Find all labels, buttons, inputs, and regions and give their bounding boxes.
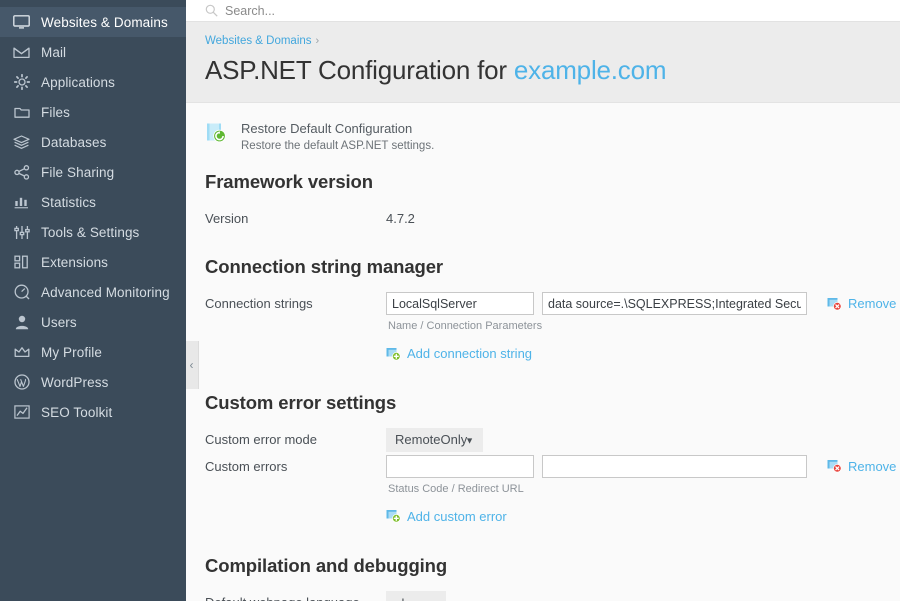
sidebar-item-label: Mail [41, 44, 67, 60]
add-custom-error-label: Add custom error [407, 508, 507, 524]
crown-icon [11, 343, 32, 361]
remove-connection-string-button[interactable]: Remove [827, 296, 896, 311]
sliders-icon [11, 223, 32, 241]
default-webpage-language-row: Default webpage language vbc#js ▼ [205, 591, 900, 601]
sidebar-item-label: Advanced Monitoring [41, 284, 170, 300]
sidebar-item-extensions[interactable]: Extensions [0, 247, 186, 277]
custom-errors-label: Custom errors [205, 458, 288, 474]
custom-errors-row: Custom errors Remove Status Code / Redir… [205, 454, 900, 529]
connection-strings-hint: Name / Connection Parameters [388, 320, 543, 332]
sidebar-item-advanced-monitoring[interactable]: Advanced Monitoring [0, 277, 186, 307]
sidebar-item-files[interactable]: Files [0, 97, 186, 127]
connection-parameters-input[interactable] [542, 292, 807, 315]
remove-badge-icon [827, 297, 842, 311]
connection-name-input[interactable] [386, 292, 534, 315]
remove-badge-icon [827, 459, 842, 473]
version-label: Version [205, 211, 249, 226]
sidebar-item-statistics[interactable]: Statistics [0, 187, 186, 217]
default-webpage-language-select[interactable]: vbc#js [386, 591, 446, 601]
default-webpage-language-label: Default webpage language [205, 591, 386, 601]
breadcrumb: Websites & Domains › [205, 35, 900, 47]
remove-connection-string-label: Remove [848, 296, 897, 311]
main-sidebar: Websites & Domains Mail Applications Fil… [0, 0, 186, 601]
sidebar-item-tools-settings[interactable]: Tools & Settings [0, 217, 186, 247]
custom-error-redirect-url-input[interactable] [542, 454, 807, 478]
main-content-area: Search... Websites & Domains › ASP.NET Co… [186, 0, 900, 601]
sidebar-item-label: Users [41, 314, 77, 330]
add-badge-icon [386, 509, 401, 523]
page-title-domain[interactable]: example.com [514, 55, 667, 85]
custom-error-mode-select[interactable]: RemoteOnlyOnOff [386, 427, 483, 452]
search-input[interactable]: Search... [225, 4, 275, 18]
custom-error-mode-select-wrap: RemoteOnlyOnOff ▼ [386, 427, 483, 452]
plesk-app-window: Websites & Domains Mail Applications Fil… [0, 0, 900, 601]
add-connection-string-label: Add connection string [407, 346, 533, 361]
custom-errors-hint: Status Code / Redirect URL [388, 482, 524, 495]
share-icon [11, 163, 32, 181]
framework-version-row: Version 4.7.2 [205, 207, 900, 226]
sidebar-item-my-profile[interactable]: My Profile [0, 337, 186, 367]
sidebar-item-label: Applications [41, 74, 115, 90]
sidebar-item-label: SEO Toolkit [41, 404, 113, 420]
sidebar-item-label: Databases [41, 134, 107, 150]
breadcrumb-item-websites-domains[interactable]: Websites & Domains [205, 35, 312, 47]
restore-document-icon [205, 122, 227, 144]
page-title-prefix: ASP.NET Configuration for [205, 55, 507, 85]
restore-default-configuration-tool[interactable]: Restore Default Configuration Restore th… [205, 121, 900, 152]
add-badge-icon [386, 347, 401, 361]
database-stack-icon [11, 133, 32, 151]
custom-error-mode-row: Custom error mode RemoteOnlyOnOff ▼ [205, 427, 900, 452]
breadcrumb-separator: › [315, 35, 320, 47]
remove-custom-error-button[interactable]: Remove [827, 459, 896, 474]
default-webpage-language-select-wrap: vbc#js ▼ [386, 591, 446, 601]
connection-strings-label: Connection strings [205, 296, 313, 311]
version-value: 4.7.2 [386, 211, 415, 226]
global-search-bar[interactable]: Search... [186, 0, 900, 22]
monitor-icon [11, 13, 32, 31]
sidebar-item-wordpress[interactable]: WordPress [0, 367, 186, 397]
custom-error-settings-heading: Custom error settings [205, 391, 397, 413]
compilation-debugging-heading: Compilation and debugging [205, 555, 448, 576]
custom-error-mode-label: Custom error mode [205, 431, 317, 447]
sidebar-item-label: Files [41, 104, 71, 120]
connection-string-manager-heading: Connection string manager [205, 256, 444, 277]
remove-custom-error-label: Remove [848, 458, 897, 474]
sidebar-item-mail[interactable]: Mail [0, 37, 186, 67]
folder-icon [11, 103, 32, 121]
sidebar-item-databases[interactable]: Databases [0, 127, 186, 157]
add-custom-error-button[interactable]: Add custom error [386, 509, 507, 524]
custom-error-status-code-input[interactable] [386, 454, 534, 478]
sidebar-item-label: Extensions [41, 254, 109, 270]
page-header: Websites & Domains › ASP.NET Configuratio… [186, 22, 900, 103]
page-content: Restore Default Configuration Restore th… [186, 103, 900, 601]
restore-tool-title[interactable]: Restore Default Configuration [241, 121, 434, 136]
gauge-icon [11, 283, 32, 301]
search-icon [205, 4, 218, 17]
gear-icon [11, 73, 32, 91]
wordpress-icon [11, 373, 32, 391]
connection-strings-row: Connection strings Remove Name / Connect… [205, 292, 900, 366]
sidebar-item-label: WordPress [41, 374, 109, 390]
sidebar-item-seo-toolkit[interactable]: SEO Toolkit [0, 397, 186, 427]
sidebar-item-applications[interactable]: Applications [0, 67, 186, 97]
add-connection-string-button[interactable]: Add connection string [386, 346, 532, 361]
sidebar-item-users[interactable]: Users [0, 307, 186, 337]
chevron-left-icon: ‹ [189, 358, 194, 372]
envelope-icon [11, 43, 32, 61]
sidebar-item-label: Websites & Domains [41, 14, 168, 30]
page-title: ASP.NET Configuration for example.com [205, 55, 900, 86]
restore-tool-description: Restore the default ASP.NET settings. [241, 140, 435, 152]
sidebar-item-label: My Profile [41, 344, 103, 360]
sidebar-item-websites-domains[interactable]: Websites & Domains [0, 7, 186, 37]
seo-chart-icon [11, 403, 32, 421]
sidebar-item-label: Statistics [41, 194, 97, 210]
framework-version-heading: Framework version [205, 171, 373, 192]
bar-chart-icon [11, 193, 32, 211]
sidebar-item-file-sharing[interactable]: File Sharing [0, 157, 186, 187]
sidebar-item-label: Tools & Settings [41, 224, 140, 240]
blocks-icon [11, 253, 32, 271]
sidebar-item-label: File Sharing [41, 164, 115, 180]
sidebar-collapse-handle[interactable]: ‹ [186, 341, 199, 389]
user-icon [11, 313, 32, 331]
